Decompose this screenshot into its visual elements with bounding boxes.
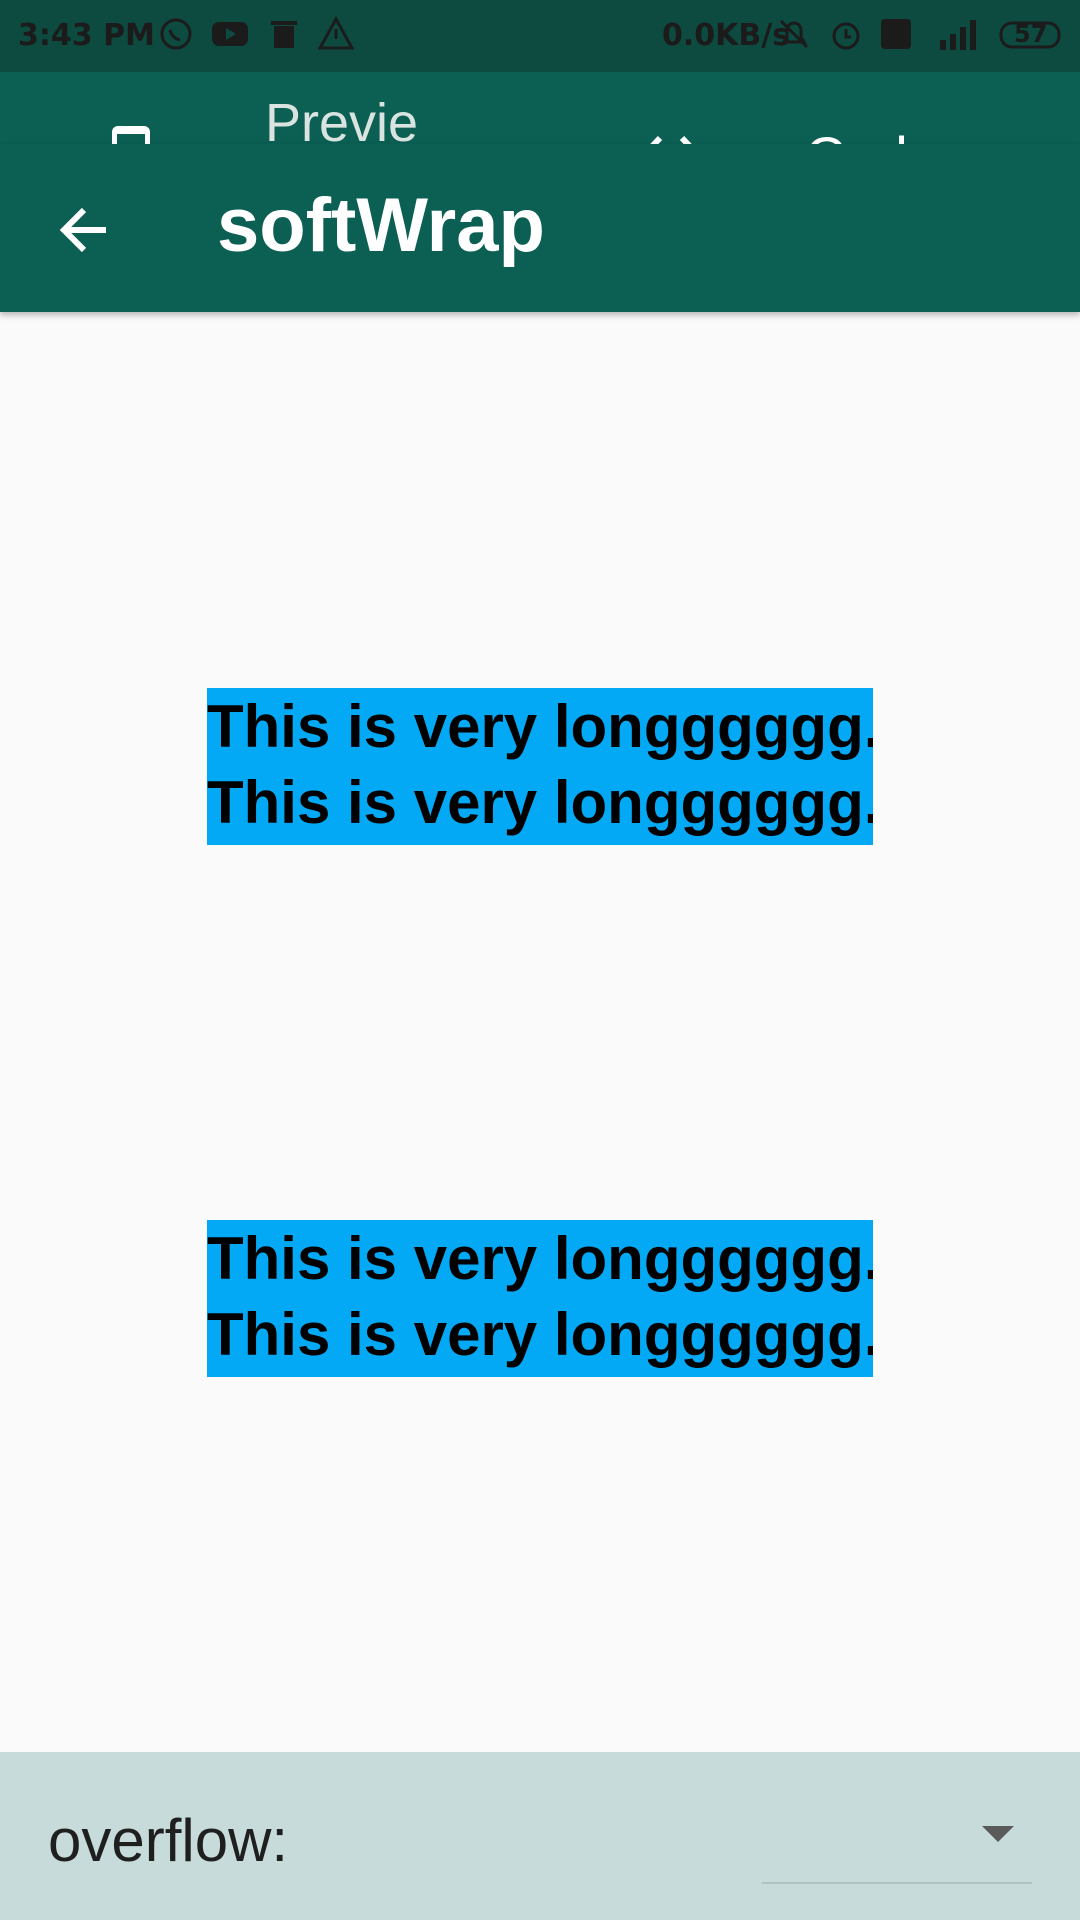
battery-level: 57: [1014, 20, 1048, 48]
tab-bar: Preview Code: [0, 72, 1080, 215]
back-arrow-icon[interactable]: [58, 206, 110, 254]
trash-icon: [271, 21, 297, 48]
text-line: This is very longggggg.: [207, 769, 873, 836]
overflow-dropdown[interactable]: [762, 1782, 1032, 1884]
dropdown-arrow-icon[interactable]: [982, 1826, 1014, 1842]
status-time: 3:43 PM: [18, 18, 155, 53]
page-title: softWrap: [217, 183, 545, 268]
overflow-label: overflow:: [48, 1807, 289, 1874]
bottom-panel: overflow:: [0, 1752, 1080, 1920]
signal-icon: [940, 20, 976, 50]
whatsapp-icon: [160, 18, 192, 50]
volte-icon: [881, 19, 911, 49]
text-sample-box: This is very longggggg. This is very lon…: [207, 1220, 873, 1377]
app-bar: softWrap: [0, 144, 1080, 312]
text-line: This is very longggggg.: [207, 1301, 873, 1368]
text-sample-box: This is very longggggg. This is very lon…: [207, 688, 873, 845]
status-bar: 3:43 PM 0.0KB/s 57: [0, 0, 1080, 72]
mute-icon: [779, 19, 809, 49]
network-speed: 0.0KB/s: [662, 18, 791, 53]
text-line: This is very longggggg.: [207, 1225, 873, 1292]
text-line: This is very longggggg.: [207, 693, 873, 760]
alarm-icon: [832, 22, 860, 50]
warning-icon: [318, 16, 354, 50]
youtube-icon: [212, 22, 248, 46]
